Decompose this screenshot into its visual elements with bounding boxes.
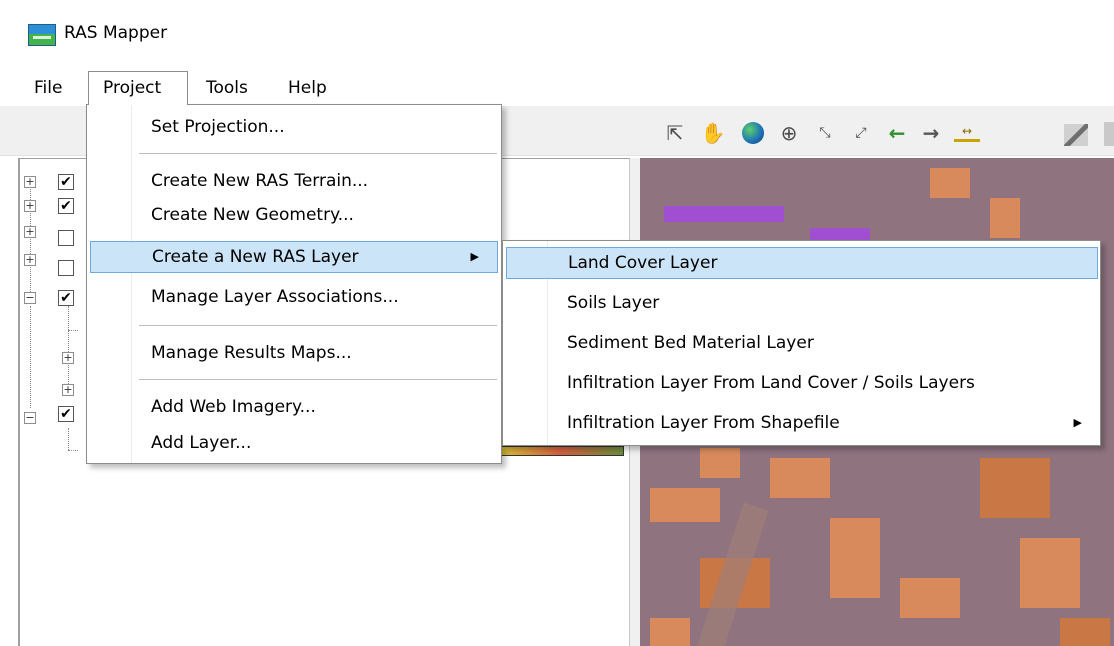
submenu-item-infiltration-shapefile-label: Infiltration Layer From Shapefile — [567, 413, 840, 433]
zoom-to-extent-icon[interactable]: ⤡ — [812, 120, 838, 146]
map-feature — [650, 488, 720, 522]
expand-toggle[interactable]: + — [62, 352, 74, 364]
tree-connector — [68, 450, 78, 451]
menu-item-add-layer[interactable]: Add Layer... — [87, 427, 501, 459]
menu-item-create-ras-layer[interactable]: Create a New RAS Layer ▶ — [90, 241, 498, 273]
ras-layer-submenu: Land Cover Layer Soils Layer Sediment Be… — [502, 240, 1101, 446]
map-feature — [930, 168, 970, 198]
map-feature — [650, 618, 690, 646]
map-feature — [700, 448, 740, 478]
map-feature — [770, 458, 830, 498]
profile-icon[interactable] — [1064, 124, 1088, 146]
expand-toggle[interactable]: + — [24, 226, 36, 238]
menu-item-manage-results-maps[interactable]: Manage Results Maps... — [87, 337, 501, 369]
ras-mapper-icon — [28, 24, 56, 46]
submenu-item-land-cover-layer[interactable]: Land Cover Layer — [506, 247, 1098, 279]
layer-checkbox[interactable]: ✔ — [58, 290, 74, 306]
map-feature — [1060, 618, 1110, 646]
map-feature — [810, 228, 870, 240]
window-title: RAS Mapper — [64, 23, 168, 43]
expand-toggle[interactable]: + — [24, 200, 36, 212]
menu-file[interactable]: File — [26, 74, 70, 104]
submenu-item-soils-layer[interactable]: Soils Layer — [503, 287, 1100, 319]
menu-item-set-projection[interactable]: Set Projection... — [87, 111, 501, 143]
collapse-toggle[interactable]: − — [24, 292, 36, 304]
map-feature — [664, 206, 784, 222]
zoom-in-icon[interactable]: ⊕ — [776, 120, 802, 146]
menu-item-manage-layer-associations[interactable]: Manage Layer Associations... — [87, 281, 501, 313]
map-feature — [830, 518, 880, 598]
menu-help[interactable]: Help — [280, 74, 335, 104]
expand-toggle[interactable]: + — [62, 384, 74, 396]
project-menu-dropdown: Set Projection... Create New RAS Terrain… — [86, 104, 502, 464]
menu-separator — [139, 153, 497, 154]
map-feature — [900, 578, 960, 618]
toolbar-overflow-icon[interactable] — [1104, 122, 1114, 146]
submenu-arrow-icon: ▶ — [1073, 416, 1082, 429]
layer-checkbox[interactable] — [58, 260, 74, 276]
arrow-left-icon[interactable]: ← — [884, 120, 910, 146]
layer-checkbox[interactable]: ✔ — [58, 174, 74, 190]
menu-project[interactable]: Project — [88, 71, 188, 105]
menu-separator — [139, 325, 497, 326]
title-bar: RAS Mapper — [0, 0, 1114, 66]
pointer-icon[interactable]: ⇱ — [662, 120, 688, 146]
legend-color-ramp — [498, 446, 624, 456]
full-extent-icon[interactable]: ⤢ — [848, 120, 874, 146]
expand-toggle[interactable]: + — [24, 254, 36, 266]
map-feature — [980, 458, 1050, 518]
layer-checkbox[interactable] — [58, 230, 74, 246]
menu-item-create-ras-layer-label: Create a New RAS Layer — [152, 247, 359, 267]
map-feature — [1020, 538, 1080, 608]
globe-icon[interactable] — [742, 122, 764, 144]
menu-item-add-web-imagery[interactable]: Add Web Imagery... — [87, 391, 501, 423]
layer-checkbox[interactable]: ✔ — [58, 406, 74, 422]
submenu-item-sediment-bed-material-layer[interactable]: Sediment Bed Material Layer — [503, 327, 1100, 359]
menu-item-create-ras-terrain[interactable]: Create New RAS Terrain... — [87, 165, 501, 197]
submenu-arrow-icon: ▶ — [470, 250, 479, 263]
arrow-right-icon[interactable]: → — [918, 120, 944, 146]
menu-tools[interactable]: Tools — [198, 74, 256, 104]
collapse-toggle[interactable]: − — [24, 412, 36, 424]
menu-item-create-geometry[interactable]: Create New Geometry... — [87, 199, 501, 231]
submenu-item-infiltration-shapefile[interactable]: Infiltration Layer From Shapefile ▶ — [503, 407, 1100, 439]
tree-connector — [68, 330, 78, 331]
menu-separator — [139, 379, 497, 380]
map-feature — [990, 198, 1020, 238]
layer-checkbox[interactable]: ✔ — [58, 198, 74, 214]
pan-hand-icon[interactable]: ✋ — [700, 120, 726, 146]
tree-connector — [30, 306, 31, 408]
tree-connector — [68, 428, 69, 450]
tree-connector — [68, 306, 69, 390]
submenu-item-infiltration-land-cover-soils[interactable]: Infiltration Layer From Land Cover / Soi… — [503, 367, 1100, 399]
expand-toggle[interactable]: + — [24, 176, 36, 188]
measure-icon[interactable]: ↔ — [954, 124, 980, 142]
